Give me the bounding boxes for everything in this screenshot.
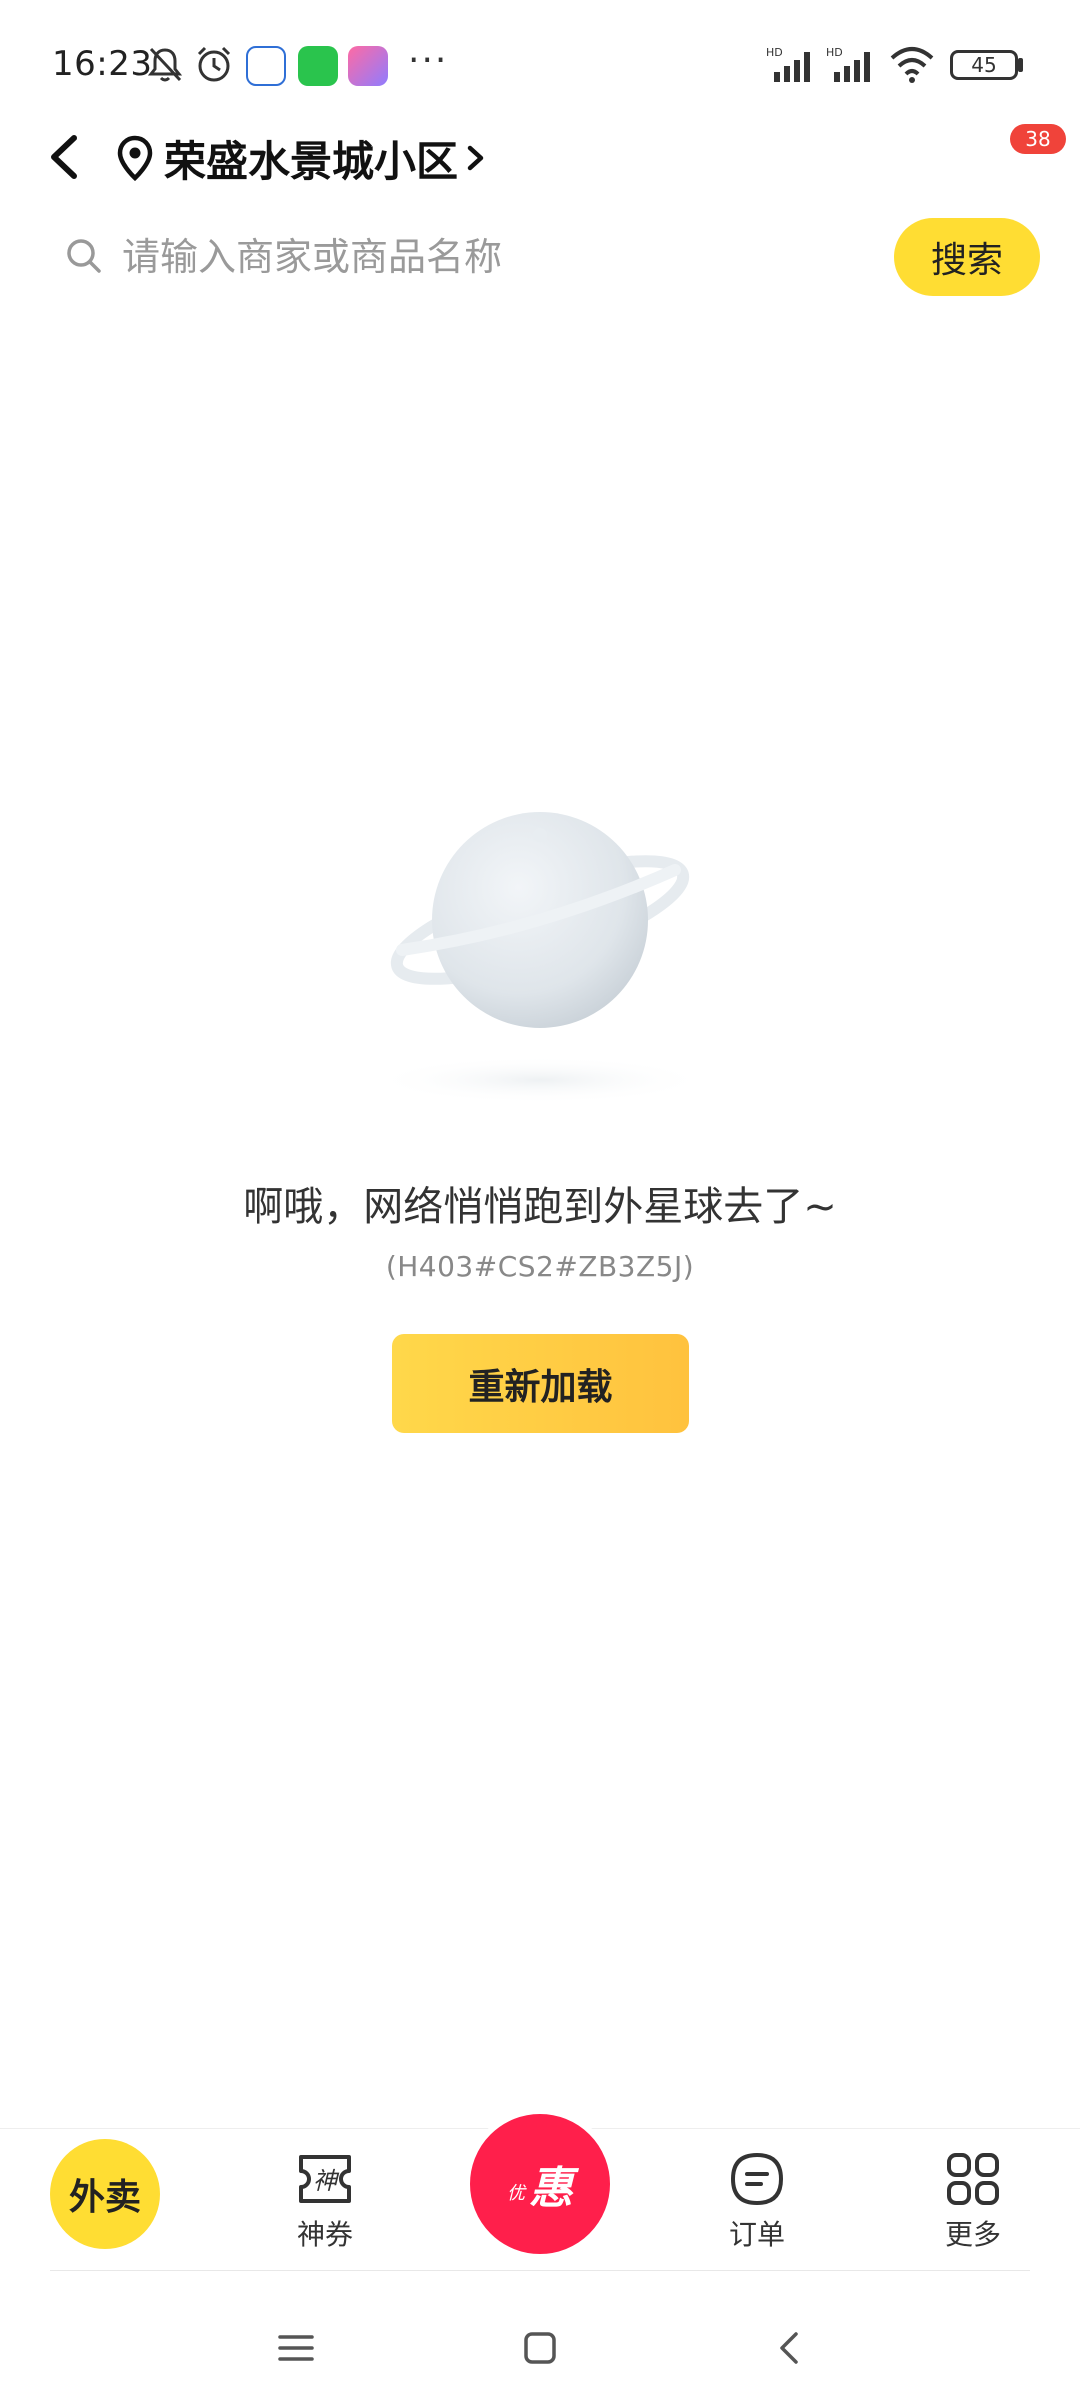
reload-button[interactable]: 重新加载 [392, 1334, 689, 1433]
search-icon [67, 239, 101, 273]
chevron-left-icon [51, 135, 77, 179]
status-time: 16:23 [52, 44, 153, 84]
battery-icon: 45 [950, 50, 1018, 80]
system-navigation-bar [0, 2280, 1080, 2400]
battery-tip [1018, 58, 1023, 72]
order-icon [730, 2152, 784, 2206]
tab-coupon-label: 神券 [296, 2218, 353, 2251]
divider [50, 2270, 1030, 2271]
error-message: 啊哦，网络悄悄跑到外星球去了~ [243, 1184, 837, 1230]
chevron-right-icon [467, 145, 484, 171]
location-pin-icon [117, 135, 153, 181]
tab-coupon[interactable]: 神 神券 [250, 2129, 400, 2271]
search-bar: 搜索 [56, 212, 1040, 302]
status-bar: 16:23 ··· HD HD 45 [0, 0, 1080, 130]
nav-back-button[interactable] [750, 2308, 830, 2388]
signal-hd-icon: HD [766, 46, 810, 82]
promo-big-text: 惠 [529, 2163, 573, 2214]
tab-more-label: 更多 [944, 2218, 1001, 2251]
coupon-icon: 神 [299, 2155, 351, 2203]
signal-hd-icon: HD [826, 46, 870, 82]
home-square-icon [524, 2332, 556, 2364]
nav-home-button[interactable] [500, 2308, 580, 2388]
wifi-icon [890, 47, 934, 83]
promo-button[interactable]: 优 惠 [464, 2108, 616, 2260]
tab-orders-label: 订单 [728, 2218, 785, 2251]
waimai-logo: 外卖 [50, 2139, 160, 2249]
tab-waimai[interactable]: 外卖 [30, 2129, 180, 2271]
nav-menu-button[interactable] [256, 2308, 336, 2388]
svg-text:HD: HD [826, 46, 843, 59]
location-selector[interactable]: 荣盛水景城小区 [116, 128, 488, 188]
mute-bell-icon [147, 47, 183, 82]
game-icon [348, 46, 388, 86]
alarm-icon [197, 46, 231, 82]
search-button[interactable]: 搜索 [894, 218, 1040, 296]
chevron-left-icon [780, 2332, 798, 2364]
location-title: 荣盛水景城小区 [164, 136, 459, 186]
more-notifications-icon: ··· [408, 40, 449, 81]
grid-icon [947, 2153, 999, 2205]
tab-orders[interactable]: 订单 [682, 2129, 832, 2271]
promo-small-text: 优 [507, 2183, 525, 2204]
back-button[interactable] [36, 122, 96, 192]
menu-icon [278, 2335, 314, 2361]
tab-more[interactable]: 更多 [898, 2129, 1048, 2271]
svg-text:HD: HD [766, 46, 783, 59]
app-icon [246, 46, 286, 86]
svg-text:神: 神 [313, 2167, 340, 2195]
wechat-icon [298, 46, 338, 86]
battery-level: 45 [971, 53, 997, 77]
planet-illustration [370, 812, 710, 1104]
search-input[interactable] [120, 226, 884, 288]
error-code: (H403#CS2#ZB3Z5J) [385, 1250, 695, 1283]
notification-badge[interactable]: 38 [1010, 124, 1066, 154]
